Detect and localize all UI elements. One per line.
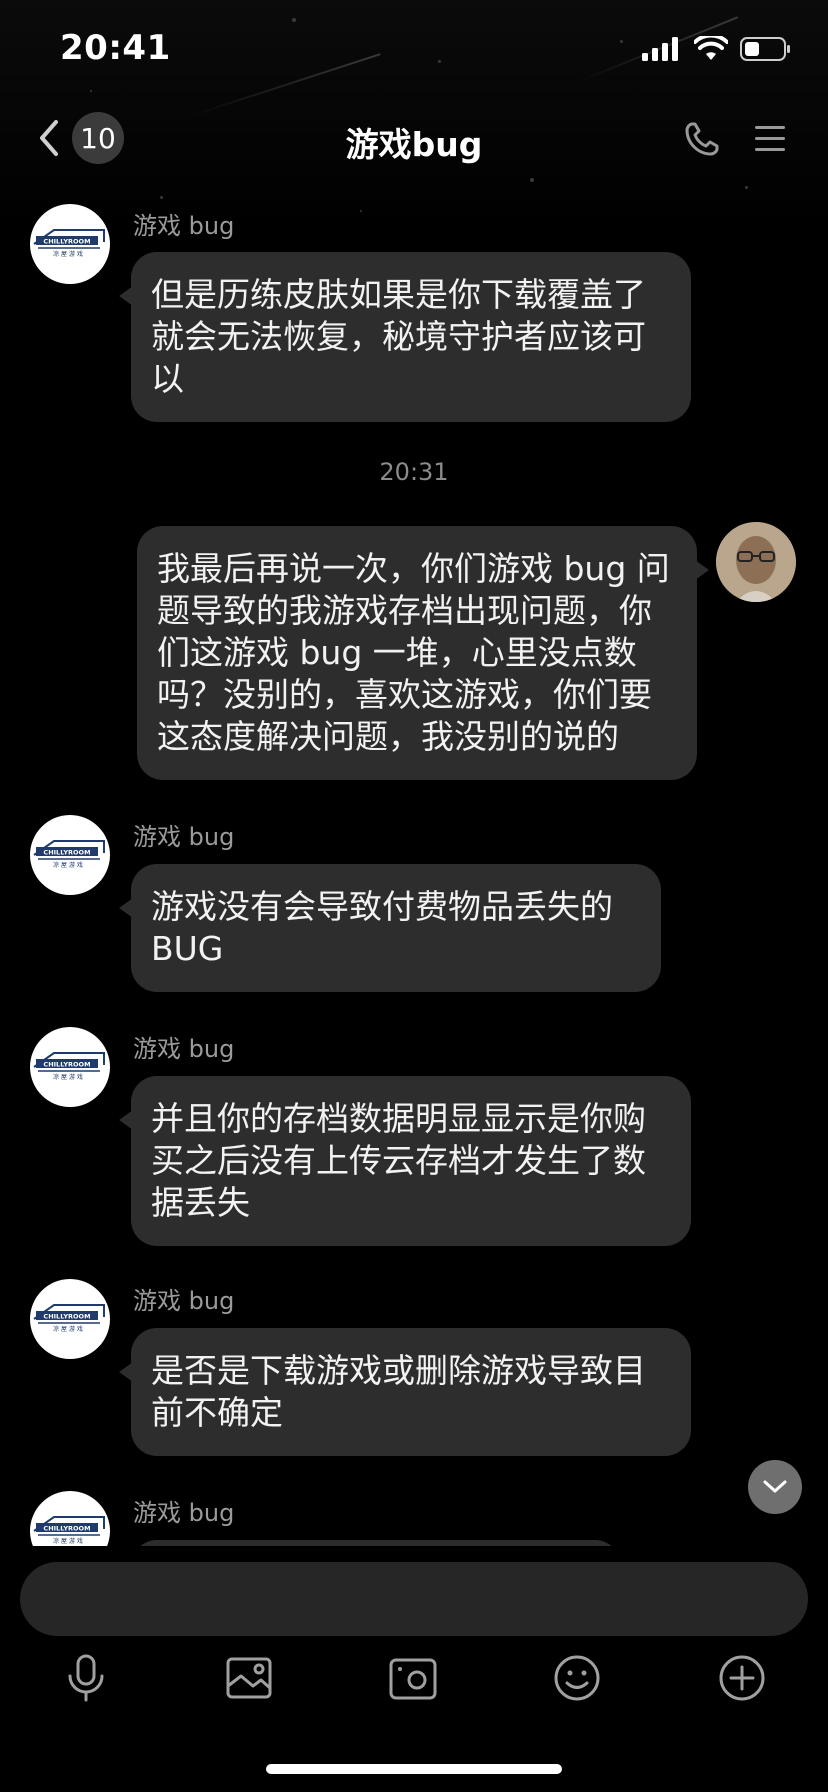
microphone-icon[interactable] <box>60 1652 112 1704</box>
avatar[interactable]: CHILLYROOM 凉 屋 游 戏 <box>30 1027 110 1107</box>
home-indicator[interactable] <box>266 1764 562 1774</box>
chillyroom-logo-icon: CHILLYROOM 凉 屋 游 戏 <box>33 840 105 869</box>
svg-text:CHILLYROOM: CHILLYROOM <box>43 238 90 246</box>
message-timestamp: 20:31 <box>379 458 449 486</box>
avatar[interactable]: CHILLYROOM 凉 屋 游 戏 <box>30 815 110 895</box>
svg-text:凉 屋 游 戏: 凉 屋 游 戏 <box>53 861 83 869</box>
user-photo-icon <box>716 522 796 602</box>
message-input[interactable] <box>20 1562 808 1636</box>
chillyroom-logo-icon: CHILLYROOM 凉 屋 游 戏 <box>33 1052 105 1081</box>
sender-name: 游戏 bug <box>133 1499 235 1527</box>
sender-name: 游戏 bug <box>133 823 235 851</box>
svg-text:凉 屋 游 戏: 凉 屋 游 戏 <box>53 1325 83 1333</box>
message-bubble[interactable]: 是否是下载游戏或删除游戏导致目 前不确定 <box>119 1328 691 1456</box>
avatar[interactable]: CHILLYROOM 凉 屋 游 戏 <box>30 204 110 284</box>
sender-name: 游戏 bug <box>133 1287 235 1315</box>
message-bubble-self[interactable]: 我最后再说一次，你们游戏 bug 问 题导致的我游戏存档出现问题，你 们这游戏 … <box>137 526 709 780</box>
svg-text:凉 屋 游 戏: 凉 屋 游 戏 <box>53 250 83 258</box>
scroll-to-bottom-button[interactable] <box>748 1460 802 1514</box>
svg-text:CHILLYROOM: CHILLYROOM <box>43 1061 90 1069</box>
chillyroom-logo-icon: CHILLYROOM 凉 屋 游 戏 <box>33 229 105 258</box>
svg-text:CHILLYROOM: CHILLYROOM <box>43 1525 90 1533</box>
svg-text:CHILLYROOM: CHILLYROOM <box>43 849 90 857</box>
sender-name: 游戏 bug <box>133 212 235 240</box>
camera-icon[interactable] <box>387 1652 439 1704</box>
chillyroom-logo-icon: CHILLYROOM 凉 屋 游 戏 <box>33 1516 105 1545</box>
chevron-down-icon <box>763 1480 787 1493</box>
sender-name: 游戏 bug <box>133 1035 235 1063</box>
message-bubble[interactable]: 游戏没有会导致付费物品丢失的 BUG <box>119 864 661 992</box>
plus-icon[interactable] <box>716 1652 768 1704</box>
avatar[interactable]: CHILLYROOM 凉 屋 游 戏 <box>30 1491 110 1546</box>
image-icon[interactable] <box>223 1652 275 1704</box>
message-bubble[interactable]: 并且你的存档数据明显显示是你购 买之后没有上传云存档才发生了数 据丢失 <box>119 1076 691 1246</box>
avatar[interactable]: CHILLYROOM 凉 屋 游 戏 <box>30 1279 110 1359</box>
svg-text:凉 屋 游 戏: 凉 屋 游 戏 <box>53 1537 83 1545</box>
message-bubble[interactable]: 但是历练皮肤如果是你下载覆盖了 就会无法恢复，秘境守护者应该可 以 <box>119 252 691 422</box>
message-bubble[interactable] <box>131 1540 621 1546</box>
svg-text:凉 屋 游 戏: 凉 屋 游 戏 <box>53 1073 83 1081</box>
input-toolbar <box>0 1652 828 1708</box>
self-avatar[interactable] <box>716 522 796 602</box>
svg-text:CHILLYROOM: CHILLYROOM <box>43 1313 90 1321</box>
chillyroom-logo-icon: CHILLYROOM 凉 屋 游 戏 <box>33 1304 105 1333</box>
emoji-icon[interactable] <box>551 1652 603 1704</box>
message-list[interactable]: CHILLYROOM 凉 屋 游 戏 游戏 bug 但是历练皮肤如果是你下载覆盖… <box>0 0 828 1546</box>
